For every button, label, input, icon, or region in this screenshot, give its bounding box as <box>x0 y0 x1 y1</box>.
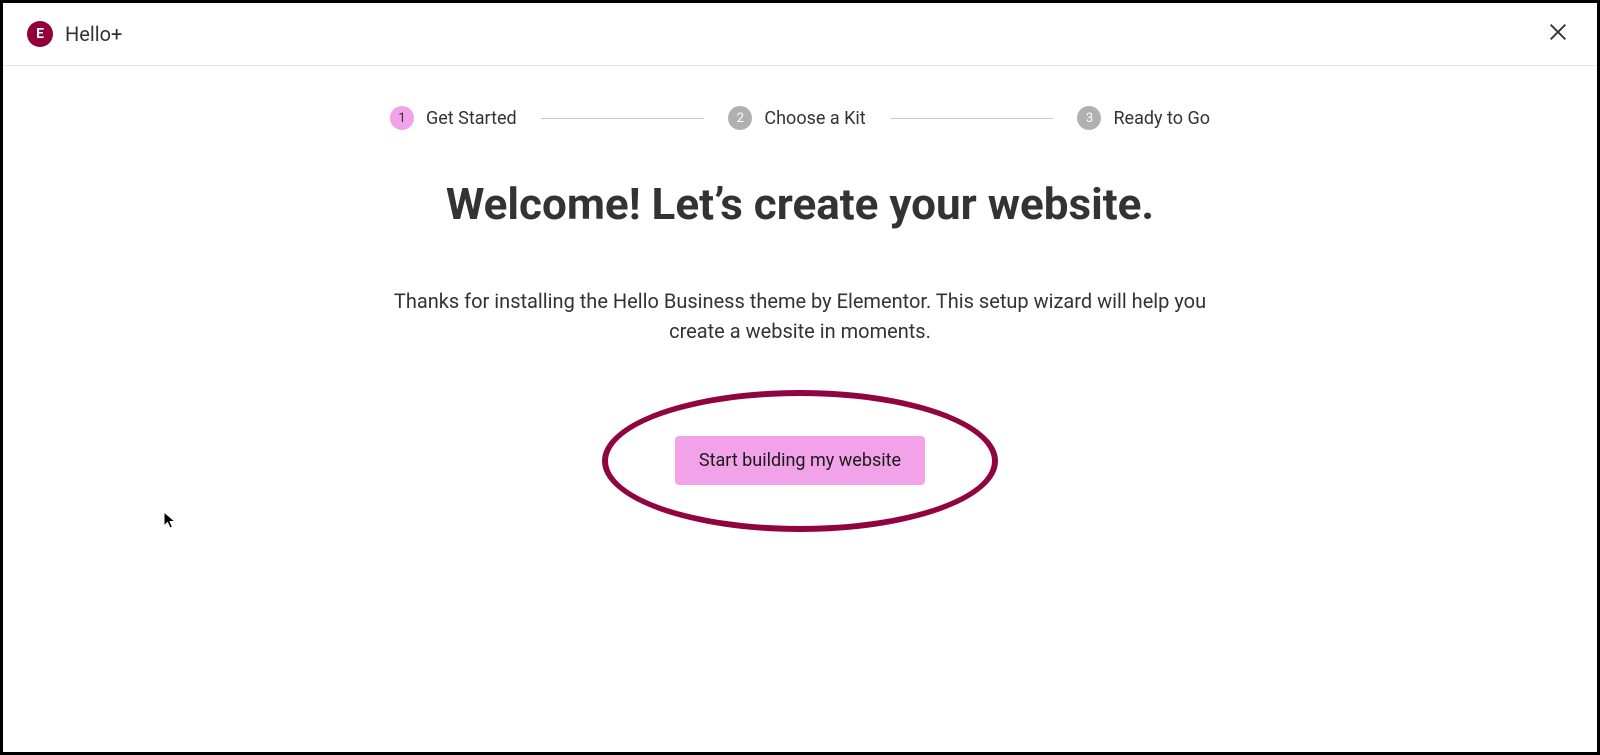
header-bar: E Hello+ <box>3 3 1597 66</box>
step-number: 2 <box>728 106 752 130</box>
step-connector <box>541 118 705 119</box>
page-description: Thanks for installing the Hello Business… <box>390 286 1210 346</box>
step-number: 3 <box>1077 106 1101 130</box>
content-area: 1 Get Started 2 Choose a Kit 3 Ready to … <box>3 66 1597 525</box>
close-icon[interactable] <box>1543 17 1573 51</box>
elementor-logo-icon: E <box>27 21 53 47</box>
step-label: Get Started <box>426 108 517 129</box>
step-number: 1 <box>390 106 414 130</box>
step-label: Ready to Go <box>1113 108 1210 129</box>
step-choose-kit[interactable]: 2 Choose a Kit <box>728 106 865 130</box>
step-ready-to-go[interactable]: 3 Ready to Go <box>1077 106 1210 130</box>
step-label: Choose a Kit <box>764 108 865 129</box>
start-building-button[interactable]: Start building my website <box>675 436 925 485</box>
logo-glyph: E <box>36 26 44 42</box>
step-get-started[interactable]: 1 Get Started <box>390 106 517 130</box>
wizard-stepper: 1 Get Started 2 Choose a Kit 3 Ready to … <box>390 106 1210 130</box>
cta-wrapper: Start building my website <box>675 436 925 485</box>
page-heading: Welcome! Let’s create your website. <box>446 178 1154 230</box>
header-left: E Hello+ <box>27 21 122 47</box>
step-connector <box>890 118 1054 119</box>
app-title: Hello+ <box>65 22 122 46</box>
